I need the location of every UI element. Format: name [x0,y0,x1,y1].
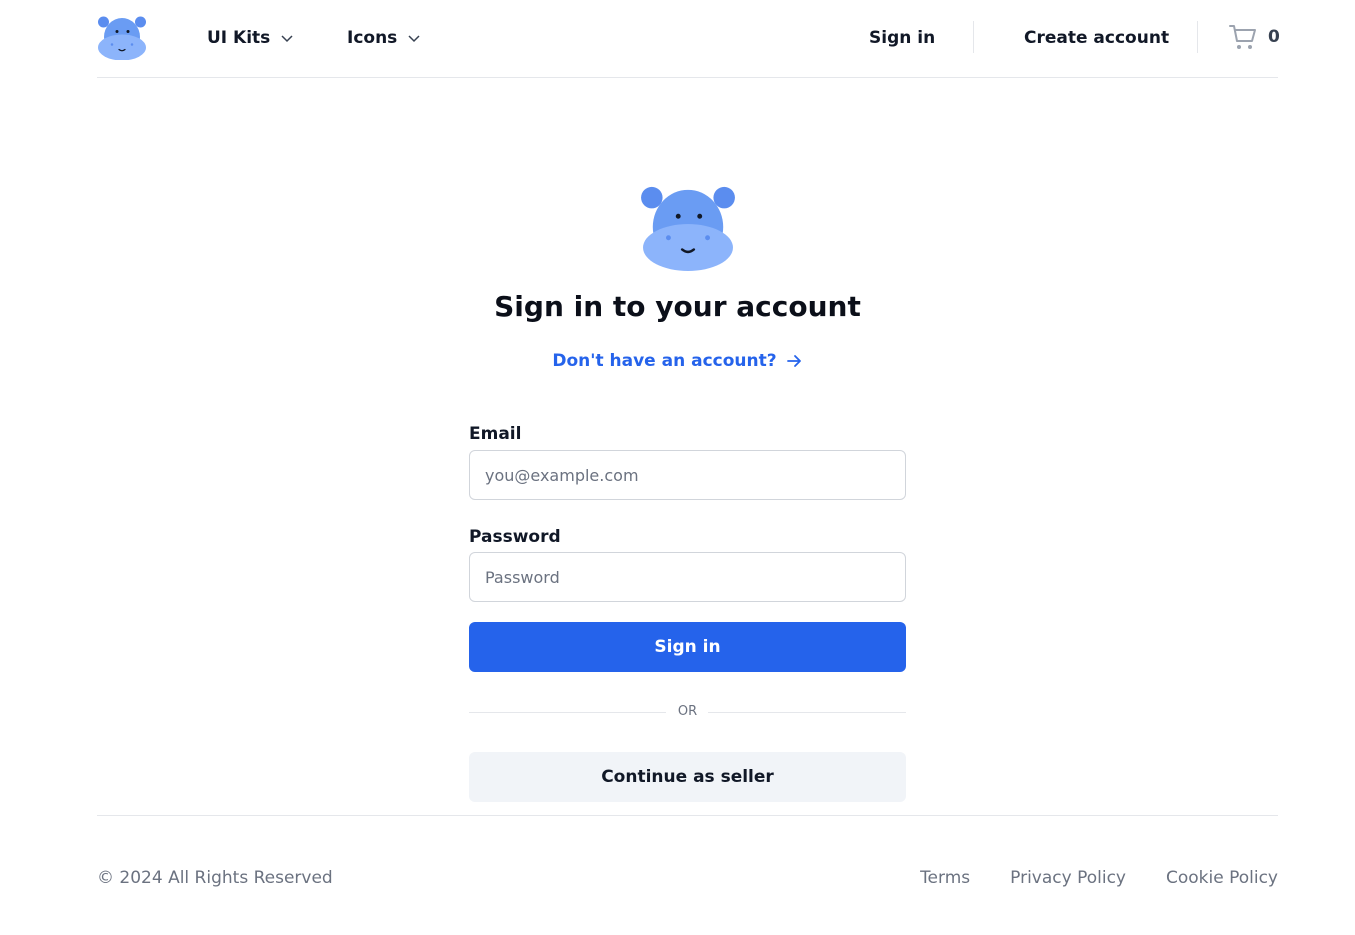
divider-line [708,712,906,713]
cart-count: 0 [1268,27,1280,47]
nav-ui-kits[interactable]: UI Kits [207,26,294,50]
continue-as-seller-button[interactable]: Continue as seller [469,752,906,802]
create-account-link-label: Don't have an account? [552,351,777,371]
cart-button[interactable]: 0 [1228,22,1280,52]
password-field[interactable] [469,552,906,602]
site-header: UI Kits Icons Sign in Create account 0 [97,0,1280,78]
email-field[interactable] [469,450,906,500]
chevron-down-icon [281,35,293,43]
header-sign-in-link[interactable]: Sign in [869,26,935,50]
password-label: Password [469,527,561,547]
page: UI Kits Icons Sign in Create account 0 S… [0,0,1355,935]
nav-icons[interactable]: Icons [347,26,421,50]
footer-link-privacy-policy[interactable]: Privacy Policy [1010,868,1126,888]
nav-icons-label: Icons [347,28,398,48]
copyright-text: © 2024 All Rights Reserved [97,868,333,888]
sign-in-button[interactable]: Sign in [469,622,906,672]
footer-divider [97,815,1278,816]
nav-ui-kits-label: UI Kits [207,28,271,48]
header-create-account-link[interactable]: Create account [1024,26,1169,50]
hippo-logo-icon [641,186,735,271]
email-label: Email [469,424,522,444]
page-title: Sign in to your account [494,290,861,323]
header-divider [973,21,974,53]
or-divider: OR [469,702,906,722]
footer-link-cookie-policy[interactable]: Cookie Policy [1166,868,1278,888]
chevron-down-icon [408,35,420,43]
footer-links: Terms Privacy Policy Cookie Policy [920,868,1278,888]
hippo-logo-icon[interactable] [97,14,147,60]
create-account-link[interactable]: Don't have an account? [0,351,1355,371]
header-divider [1197,21,1198,53]
arrow-right-icon [786,355,801,367]
footer-link-terms[interactable]: Terms [920,868,970,888]
cart-icon [1229,25,1256,49]
